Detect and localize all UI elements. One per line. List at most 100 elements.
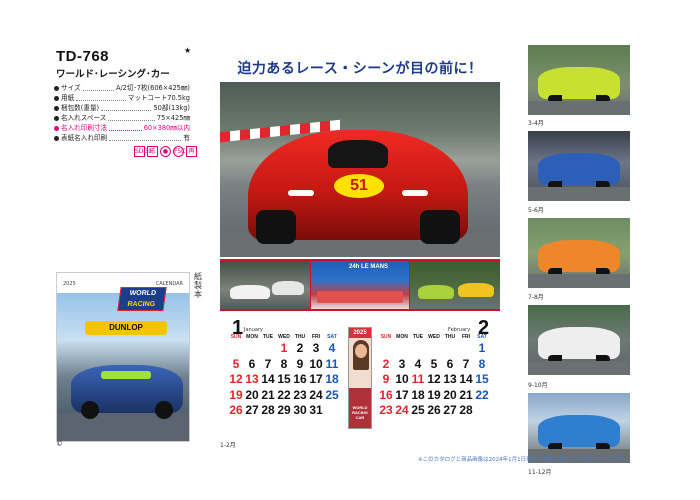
thumbnail-label: 3-4月 xyxy=(528,120,544,127)
day-cell xyxy=(426,341,442,357)
spec-value: 75×425㎜ xyxy=(156,114,190,122)
year-badge: 2025 xyxy=(353,330,367,336)
day-cell: 7 xyxy=(264,356,272,371)
race-car-image xyxy=(538,240,620,276)
day-cell: 10 xyxy=(395,372,409,386)
day-cell: 3 xyxy=(398,356,406,371)
day-cell: 25 xyxy=(325,387,339,402)
spec-row-highlight: 名入れ印刷寸法 60×380㎜以内 xyxy=(54,123,190,133)
fsc-badge-icon: FSC xyxy=(173,146,186,157)
strip-photo xyxy=(410,261,500,309)
day-cell: 17 xyxy=(309,372,323,386)
day-cell: 21 xyxy=(261,387,275,402)
month-grid-january: SUN MON TUE WED THU FRI SAT 1 2 3 4 5 6 7 8 9 10 11 12 13 14… xyxy=(228,333,340,419)
weekday-header: SUN xyxy=(230,334,242,340)
thumbnail-photo xyxy=(528,131,630,201)
thumbnail-label: 11-12月 xyxy=(528,469,552,476)
headline: 迫力あるレース・シーンが目の前に！ xyxy=(237,61,483,77)
day-cell: 24 xyxy=(395,403,409,417)
day-cell: 13 xyxy=(245,372,259,386)
day-cell: 5 xyxy=(430,356,438,371)
eco-badges: SDGs 紙 ● FSC 再 xyxy=(134,146,197,157)
thumbnail-photo xyxy=(528,45,630,115)
weekday-header: TUE xyxy=(263,334,273,340)
day-cell: 21 xyxy=(459,387,473,402)
spec-value: マットコート70.5kg xyxy=(127,94,190,102)
day-cell: 27 xyxy=(443,403,457,417)
race-car-image xyxy=(538,153,620,189)
thumbnail-label: 7-8月 xyxy=(528,294,544,301)
day-cell: 19 xyxy=(229,387,243,402)
day-cell: 13 xyxy=(443,372,457,386)
spec-row: 用紙 マットコート70.5kg xyxy=(54,93,190,103)
bullet-icon xyxy=(54,85,59,91)
spec-list: サイズ A/2切･7枚(606×425㎜) 用紙 マットコート70.5kg 梱包数(… xyxy=(54,83,190,143)
hero-image: 51 xyxy=(220,82,500,257)
le-mans-logo: 24h LE MANS xyxy=(349,264,389,270)
spec-value: 有 xyxy=(183,134,190,142)
spec-label: 用紙 xyxy=(61,94,75,102)
thumbnail-photo xyxy=(528,393,630,463)
thumbnail-photo xyxy=(528,218,630,288)
month-grid-february: SUN MON TUE WED THU FRI SAT 1 2 3 4 5 6 7 8 9 10 11 12 13 14… xyxy=(378,333,490,419)
day-cell: 17 xyxy=(395,387,409,402)
star-mark: ★ xyxy=(184,46,192,55)
weekday-header: MON xyxy=(246,334,258,340)
spec-value: 50部(13kg) xyxy=(153,104,190,112)
day-cell: 12 xyxy=(229,372,243,386)
day-cell: 19 xyxy=(427,387,441,402)
day-cell: 30 xyxy=(293,403,307,417)
binding-label: 紙製本 xyxy=(194,272,202,299)
weekday-header: TUE xyxy=(413,334,423,340)
day-cell xyxy=(442,341,458,357)
day-cell: 28 xyxy=(459,403,473,417)
day-cell: 8 xyxy=(280,356,288,371)
day-cell: 22 xyxy=(277,387,291,402)
day-cell: 4 xyxy=(328,341,336,355)
thumbnail-label: 5-6月 xyxy=(528,207,544,214)
bullet-icon xyxy=(54,125,59,131)
spec-value: A/2切･7枚(606×425㎜) xyxy=(115,84,190,92)
paper-badge-icon: 紙 xyxy=(147,146,158,157)
spec-label: 名入れ印刷寸法 xyxy=(61,124,108,132)
thumbnail-photo xyxy=(528,305,630,375)
day-cell: 7 xyxy=(462,356,470,371)
spec-value: 60×380㎜以内 xyxy=(143,124,190,132)
day-cell: 1 xyxy=(478,341,486,355)
calendar-caption: 1-2月 xyxy=(220,442,236,449)
day-cell: 14 xyxy=(261,372,275,386)
day-cell: 15 xyxy=(277,372,291,386)
day-cell: 4 xyxy=(414,356,422,371)
photo-strip: 24h LE MANS xyxy=(220,259,500,311)
spec-label: サイズ xyxy=(61,84,81,92)
dot-badge-icon: ● xyxy=(160,146,171,157)
race-car-image xyxy=(538,327,620,363)
strip-photo-podium: 24h LE MANS xyxy=(311,261,409,309)
day-cell: 10 xyxy=(309,356,323,371)
weekday-header: SAT xyxy=(477,334,487,340)
day-cell: 31 xyxy=(309,403,323,417)
day-cell: 3 xyxy=(312,341,320,355)
day-cell: 16 xyxy=(379,387,393,402)
bullet-icon xyxy=(54,105,59,111)
day-cell xyxy=(410,341,426,357)
day-cell: 24 xyxy=(309,387,323,402)
day-cell xyxy=(458,341,474,357)
calendar-page: 1 January SUN MON TUE WED THU FRI SAT 1 2 3 4 5 6 7 8 9… xyxy=(220,313,500,438)
weekday-header: WED xyxy=(278,334,290,340)
spec-label: 表紙名入れ印刷 xyxy=(61,134,108,142)
day-cell: 8 xyxy=(478,356,486,371)
cover-year: 2025 xyxy=(63,281,76,287)
weekday-header: SUN xyxy=(380,334,392,340)
product-code: TD-768 xyxy=(56,48,110,65)
day-cell: 22 xyxy=(475,387,489,402)
day-cell: 9 xyxy=(382,372,390,386)
car-number: 51 xyxy=(334,174,384,198)
day-cell: 18 xyxy=(325,372,339,386)
ad-logo: WORLD RACING CAR xyxy=(352,405,368,420)
day-cell xyxy=(244,341,260,357)
day-cell: 6 xyxy=(248,356,256,371)
strip-photo xyxy=(220,261,310,309)
day-cell: 11 xyxy=(411,372,425,386)
logo-line: RACING xyxy=(126,301,156,308)
